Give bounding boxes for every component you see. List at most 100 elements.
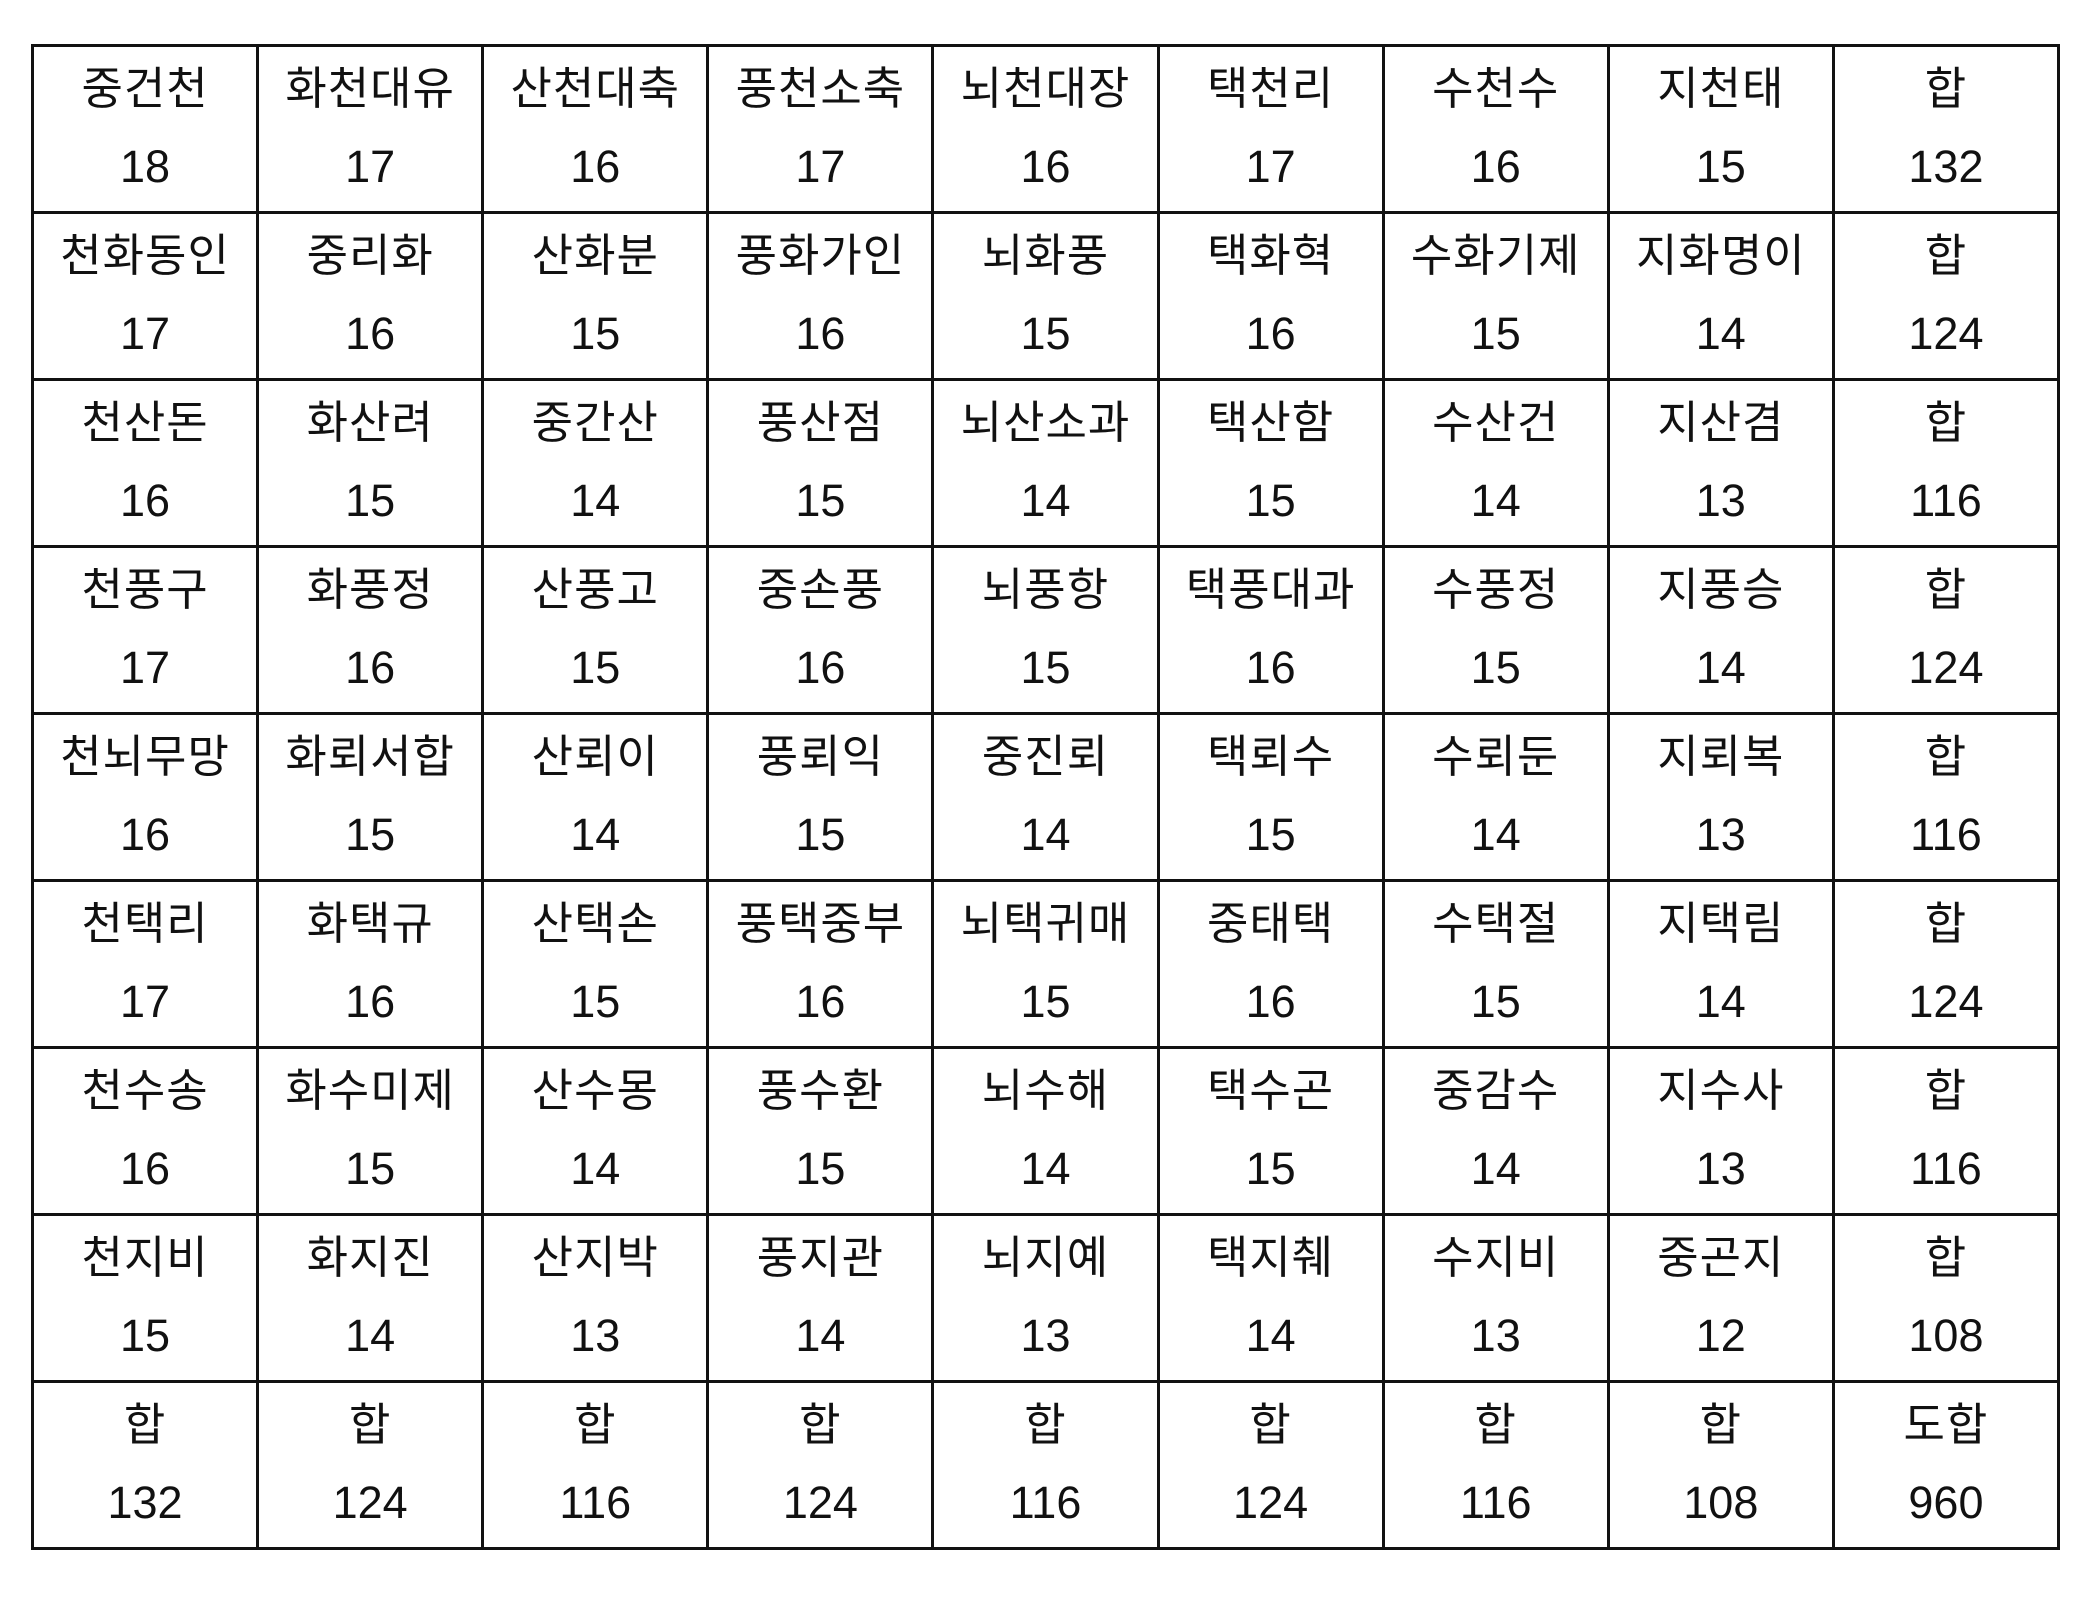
cell-name: 택산함 [1207, 396, 1335, 449]
cell-value: 16 [1470, 141, 1521, 192]
cell-name: 산택손 [531, 897, 659, 950]
table-cell: 택화혁 16 [1156, 211, 1385, 381]
table-cell: 풍천소축 17 [706, 44, 935, 214]
table-cell: 중곤지 12 [1606, 1213, 1835, 1383]
table-cell: 합 124 [1831, 545, 2061, 715]
cell-name: 뇌풍항 [981, 563, 1110, 616]
cell-value: 116 [559, 1477, 632, 1528]
table-cell: 합 124 [1831, 211, 2061, 381]
table-cell: 수뢰둔 14 [1381, 712, 1610, 882]
cell-name: 풍화가인 [735, 229, 906, 282]
cell-value: 16 [795, 308, 846, 359]
cell-name: 화풍정 [306, 563, 434, 616]
cell-name: 합 [1699, 1398, 1743, 1451]
table-cell: 산뢰이 14 [481, 712, 710, 882]
table-cell: 뇌택귀매 15 [931, 879, 1160, 1049]
table-cell: 택수곤 15 [1156, 1046, 1385, 1216]
cell-name: 중감수 [1432, 1064, 1560, 1117]
cell-name: 합 [123, 1398, 167, 1451]
table-cell: 천지비 15 [30, 1213, 260, 1383]
cell-value: 15 [1020, 308, 1071, 359]
table-body: 중건천 18 화천대유 17 산천대축 16 풍천소축 17 뇌천대장 16 택천리 17 수천수 16 지… [30, 44, 2061, 1550]
table-cell: 뇌산소과 14 [931, 378, 1160, 548]
cell-name: 풍뢰익 [756, 730, 884, 783]
table-cell: 수산건 14 [1381, 378, 1610, 548]
table-cell: 천수송 16 [30, 1046, 260, 1216]
cell-value: 13 [1695, 809, 1746, 860]
table-row: 천택리 17 화택규 16 산택손 15 풍택중부 16 뇌택귀매 15 중태택 16 수택절 15 지택림… [30, 879, 2061, 1049]
table-cell: 합 116 [1831, 378, 2061, 548]
cell-value: 15 [345, 475, 396, 526]
cell-name: 택뢰수 [1207, 730, 1335, 783]
cell-name: 수지비 [1432, 1231, 1560, 1284]
table-cell: 뇌화풍 15 [931, 211, 1160, 381]
cell-name: 도합 [1903, 1398, 1989, 1451]
cell-value: 14 [345, 1310, 396, 1361]
cell-name: 합 [1474, 1398, 1517, 1451]
table-cell: 산풍고 15 [481, 545, 710, 715]
table-row: 천화동인 17 중리화 16 산화분 15 풍화가인 16 뇌화풍 15 택화혁 16 수화기제 15 지화… [30, 211, 2061, 381]
cell-value: 15 [570, 976, 621, 1027]
cell-value: 16 [120, 475, 171, 526]
table-cell: 중간산 14 [481, 378, 710, 548]
cell-name: 산풍고 [531, 563, 659, 616]
table-cell: 택산함 15 [1156, 378, 1385, 548]
table-cell: 화지진 14 [256, 1213, 485, 1383]
cell-value: 116 [1459, 1477, 1532, 1528]
table-cell: 화택규 16 [256, 879, 485, 1049]
table-cell: 풍산점 15 [706, 378, 935, 548]
cell-value: 124 [1908, 642, 1984, 693]
table-cell: 풍택중부 16 [706, 879, 935, 1049]
cell-name: 택화혁 [1207, 229, 1335, 282]
cell-value: 16 [345, 308, 396, 359]
cell-name: 산화분 [531, 229, 659, 282]
cell-name: 풍천소축 [735, 62, 906, 115]
cell-value: 14 [1695, 308, 1746, 359]
cell-name: 화지진 [306, 1231, 434, 1284]
table-cell: 수택절 15 [1381, 879, 1610, 1049]
cell-value: 108 [1908, 1310, 1984, 1361]
cell-name: 풍지관 [756, 1231, 884, 1284]
cell-value: 17 [120, 308, 171, 359]
table-cell: 수천수 16 [1381, 44, 1610, 214]
cell-name: 지화명이 [1636, 229, 1806, 282]
cell-name: 합 [1924, 1064, 1968, 1117]
cell-value: 16 [1245, 308, 1296, 359]
table-cell: 택풍대과 16 [1156, 545, 1385, 715]
table-cell: 뇌천대장 16 [931, 44, 1160, 214]
cell-name: 수택절 [1432, 897, 1560, 950]
table-cell: 합 116 [1381, 1380, 1610, 1550]
cell-value: 14 [1245, 1310, 1296, 1361]
table-cell: 천산돈 16 [30, 378, 260, 548]
table-cell: 지뢰복 13 [1606, 712, 1835, 882]
table-cell: 중손풍 16 [706, 545, 935, 715]
cell-name: 합 [1924, 1231, 1968, 1284]
hexagram-sum-table: 중건천 18 화천대유 17 산천대축 16 풍천소축 17 뇌천대장 16 택천리 17 수천수 16 지… [30, 44, 2061, 1550]
table-row: 천산돈 16 화산려 15 중간산 14 풍산점 15 뇌산소과 14 택산함 15 수산건 14 지산겸 1… [30, 378, 2061, 548]
cell-name: 수산건 [1432, 396, 1560, 449]
cell-value: 16 [795, 642, 846, 693]
cell-value: 116 [1910, 809, 1982, 860]
cell-value: 15 [1245, 1143, 1296, 1194]
cell-value: 116 [1910, 475, 1982, 526]
cell-name: 천풍구 [81, 563, 209, 616]
cell-value: 124 [1908, 308, 1984, 359]
table-cell: 중리화 16 [256, 211, 485, 381]
cell-name: 수화기제 [1410, 229, 1581, 282]
cell-name: 천산돈 [81, 396, 209, 449]
table-row: 합 132 합 124 합 116 합 124 합 116 합 124 합 116 합 108 도합 960 [30, 1380, 2061, 1550]
table-cell: 천화동인 17 [30, 211, 260, 381]
table-cell: 뇌수해 14 [931, 1046, 1160, 1216]
cell-name: 뇌택귀매 [960, 897, 1131, 950]
table-cell: 합 124 [1831, 879, 2061, 1049]
cell-value: 13 [1695, 475, 1746, 526]
cell-value: 14 [570, 1143, 621, 1194]
cell-value: 132 [1908, 141, 1984, 192]
cell-name: 천택리 [81, 897, 209, 950]
cell-value: 15 [1470, 308, 1521, 359]
cell-name: 중리화 [306, 229, 434, 282]
cell-value: 16 [120, 1143, 171, 1194]
cell-name: 합 [348, 1398, 392, 1451]
table-row: 천수송 16 화수미제 15 산수몽 14 풍수환 15 뇌수해 14 택수곤 15 중감수 14 지수사 1… [30, 1046, 2061, 1216]
cell-value: 16 [345, 976, 396, 1027]
